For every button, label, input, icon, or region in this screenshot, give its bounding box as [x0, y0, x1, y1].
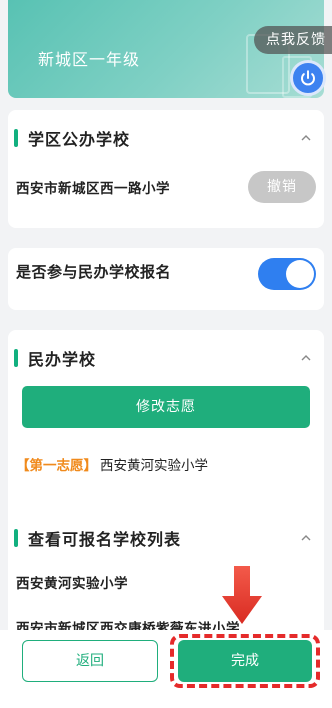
chevron-up-icon[interactable]	[300, 352, 312, 364]
section-header: 查看可报名学校列表	[8, 526, 181, 550]
section-title: 学区公办学校	[28, 130, 131, 149]
bottom-action-bar: 返回 完成	[0, 630, 332, 708]
private-toggle-card: 是否参与民办学校报名	[8, 248, 324, 310]
section-header: 学区公办学校	[8, 126, 130, 150]
feedback-button[interactable]: 点我反馈	[254, 26, 332, 54]
private-school-card: 民办学校 修改志愿 【第一志愿】 西安黄河实验小学 查看可报名学校列表 西安黄河实…	[8, 330, 324, 660]
section-title: 民办学校	[28, 350, 97, 369]
power-button[interactable]	[290, 60, 326, 96]
toggle-knob	[286, 260, 314, 288]
list-item[interactable]: 西安黄河实验小学	[16, 572, 128, 592]
modify-preference-button[interactable]: 修改志愿	[22, 386, 310, 428]
power-icon	[301, 70, 315, 86]
section-header: 民办学校	[8, 346, 96, 370]
back-button[interactable]: 返回	[22, 640, 158, 682]
highlight-box	[170, 634, 320, 688]
pointer-arrow-icon	[222, 566, 262, 624]
public-school-name: 西安市新城区西一路小学	[16, 181, 170, 197]
banner-title: 新城区一年级	[38, 50, 141, 69]
section-accent-bar	[14, 129, 18, 147]
section-accent-bar	[14, 529, 18, 547]
section-accent-bar	[14, 349, 18, 367]
section-title: 查看可报名学校列表	[28, 530, 182, 549]
chevron-up-icon[interactable]	[300, 132, 312, 144]
public-school-card: 学区公办学校 西安市新城区西一路小学 撤销	[8, 110, 324, 228]
first-choice-row: 【第一志愿】 西安黄河实验小学	[16, 454, 208, 474]
private-toggle-switch[interactable]	[258, 258, 316, 290]
first-choice-tag: 【第一志愿】	[16, 458, 97, 474]
private-toggle-label: 是否参与民办学校报名	[16, 263, 172, 281]
first-choice-school: 西安黄河实验小学	[100, 458, 208, 474]
chevron-up-icon[interactable]	[300, 532, 312, 544]
cancel-button[interactable]: 撤销	[248, 171, 316, 203]
